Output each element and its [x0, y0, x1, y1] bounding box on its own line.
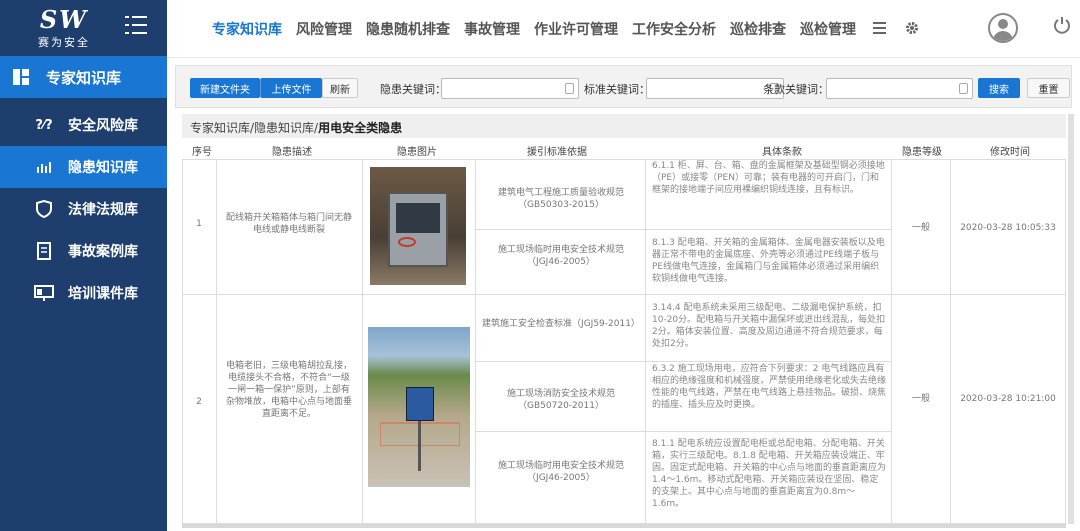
- sidebar: SW 赛为安全 专家知识库 ?⁄? 安全风险库 隐患知识库 法律法规库 事故案例…: [0, 0, 167, 531]
- standard-keyword-label: 标准关键词：: [584, 83, 650, 96]
- standard-name: 施工现场消防安全技术规范（GB50720-2011）: [506, 389, 615, 411]
- row-level: 一般: [911, 223, 930, 233]
- vertical-scrollbar[interactable]: [1068, 114, 1074, 524]
- sidebar-section-title[interactable]: 专家知识库: [0, 56, 167, 98]
- row-index: 1: [196, 219, 202, 229]
- presentation-icon: [34, 285, 54, 301]
- nav-tab-inspection[interactable]: 巡检排查: [730, 19, 786, 39]
- standard-name: 施工现场临时用电安全技术规范（JGJ46-2005）: [497, 245, 624, 267]
- header-description: 隐患描述: [272, 147, 312, 158]
- more-menu-icon[interactable]: [873, 22, 886, 37]
- row-time: 2020-03-28 10:21:00: [960, 394, 1056, 404]
- chart-icon: [34, 160, 54, 174]
- breadcrumb-current: 用电安全类隐患: [318, 121, 403, 135]
- logo-text: SW: [39, 5, 89, 34]
- row-time: 2020-03-28 10:05:33: [960, 223, 1056, 233]
- standard-clause: 8.1.1 配电系统应设置配电柜或总配电箱、分配电箱、开关箱，实行三级配电。8.…: [652, 439, 887, 509]
- sidebar-item-label: 法律法规库: [68, 202, 138, 218]
- nav-tab-inspection-mgmt[interactable]: 巡检管理: [800, 19, 856, 39]
- avatar[interactable]: [988, 13, 1018, 43]
- header-clause: 具体条款: [762, 147, 802, 158]
- nav-tab-accident[interactable]: 事故管理: [464, 19, 520, 39]
- sidebar-item-hazard[interactable]: 隐患知识库: [0, 146, 167, 188]
- horizontal-scrollbar[interactable]: [182, 524, 1066, 528]
- refresh-button[interactable]: 刷新: [322, 78, 358, 98]
- row-description: 配线箱开关箱箱体与箱门间无静电线或静电线断裂: [225, 213, 352, 235]
- row-description: 电箱老旧，三级电箱胡拉乱接，电缆接头不合格，不符合“一级一闸一箱一保护”原则，上…: [225, 361, 352, 419]
- nav-tab-expert[interactable]: 专家知识库: [212, 19, 282, 39]
- breadcrumb-path[interactable]: 专家知识库/隐患知识库/: [190, 121, 318, 135]
- hazard-keyword-label: 隐患关键词：: [380, 83, 446, 96]
- top-navigation: 专家知识库 风险管理 隐患随机排查 事故管理 作业许可管理 工作安全分析 巡检排…: [167, 0, 1080, 58]
- question-icon: ?⁄?: [35, 117, 53, 133]
- search-toolbar: 新建文件夹 上传文件 刷新 隐患关键词： 标准关键词： 条款关键词： 搜索 重置: [175, 65, 1072, 108]
- hazard-keyword-input[interactable]: [441, 78, 579, 99]
- grid-icon: [13, 69, 29, 85]
- standard-name: 建筑电气工程施工质量验收规范（GB50303-2015）: [497, 188, 624, 210]
- header-image: 隐患图片: [397, 147, 437, 158]
- document-icon: [34, 242, 54, 260]
- row-level: 一般: [911, 394, 930, 404]
- standard-name: 施工现场临时用电安全技术规范（JGJ46-2005）: [497, 461, 624, 483]
- sidebar-item-label: 培训课件库: [68, 286, 138, 302]
- header-standard: 援引标准依据: [527, 147, 587, 158]
- shield-icon: [34, 200, 54, 218]
- logo-subtitle: 赛为安全: [38, 36, 90, 49]
- nav-tab-hazard-check[interactable]: 隐患随机排查: [366, 19, 450, 39]
- logo-area: SW 赛为安全: [0, 0, 167, 56]
- header-time: 修改时间: [990, 147, 1030, 158]
- sidebar-item-label: 隐患知识库: [68, 160, 138, 176]
- sidebar-section-label: 专家知识库: [46, 68, 122, 87]
- row-index: 2: [196, 397, 202, 407]
- sidebar-item-training[interactable]: 培训课件库: [0, 272, 167, 314]
- standard-clause: 6.1.1 柜、屏、台、箱、盘的金属框架及基础型钢必须接地（PE）或接零（PEN…: [652, 161, 885, 195]
- nav-tab-risk[interactable]: 风险管理: [296, 19, 352, 39]
- menu-toggle-icon[interactable]: [125, 16, 147, 36]
- upload-button[interactable]: 上传文件: [260, 78, 322, 98]
- sidebar-item-case[interactable]: 事故案例库: [0, 230, 167, 272]
- clause-keyword-input[interactable]: [826, 78, 973, 99]
- search-button[interactable]: 搜索: [978, 78, 1020, 98]
- standard-clause: 6.3.2 施工现场用电，应符合下列要求：2 电气线路应具有相应的绝缘强度和机械…: [652, 364, 887, 410]
- reset-button[interactable]: 重置: [1027, 78, 1070, 98]
- standard-clause: 3.14.4 配电系统未采用三级配电、二级漏电保护系统，扣10-20分。配电箱与…: [652, 303, 886, 349]
- nav-tab-permit[interactable]: 作业许可管理: [534, 19, 618, 39]
- nav-tab-jsa[interactable]: 工作安全分析: [632, 19, 716, 39]
- sidebar-item-label: 事故案例库: [68, 244, 138, 260]
- brand-logo: SW 赛为安全: [20, 5, 108, 50]
- clause-keyword-label: 条款关键词：: [763, 83, 829, 96]
- standard-name: 建筑施工安全检查标准（JGJ59-2011）: [482, 319, 640, 329]
- table-header: 序号 隐患描述 隐患图片 援引标准依据 具体条款 隐患等级 修改时间: [182, 140, 1066, 158]
- power-icon[interactable]: [1053, 16, 1071, 34]
- standard-clause: 8.1.3 配电箱、开关箱的金属箱体、金属电器安装板以及电器正常不带电的金属底座…: [652, 238, 885, 284]
- nav-tabs: 专家知识库 风险管理 隐患随机排查 事故管理 作业许可管理 工作安全分析 巡检排…: [212, 19, 870, 39]
- header-level: 隐患等级: [902, 147, 942, 158]
- sidebar-item-label: 安全风险库: [68, 118, 138, 134]
- header-index: 序号: [192, 147, 212, 158]
- sidebar-item-law[interactable]: 法律法规库: [0, 188, 167, 230]
- new-folder-button[interactable]: 新建文件夹: [190, 78, 260, 98]
- hazard-photo[interactable]: [370, 167, 466, 285]
- breadcrumb: 专家知识库/隐患知识库/用电安全类隐患: [182, 114, 1066, 138]
- gear-icon[interactable]: [905, 20, 919, 39]
- hazard-photo[interactable]: [368, 327, 470, 487]
- sidebar-item-risk[interactable]: ?⁄? 安全风险库: [0, 104, 167, 146]
